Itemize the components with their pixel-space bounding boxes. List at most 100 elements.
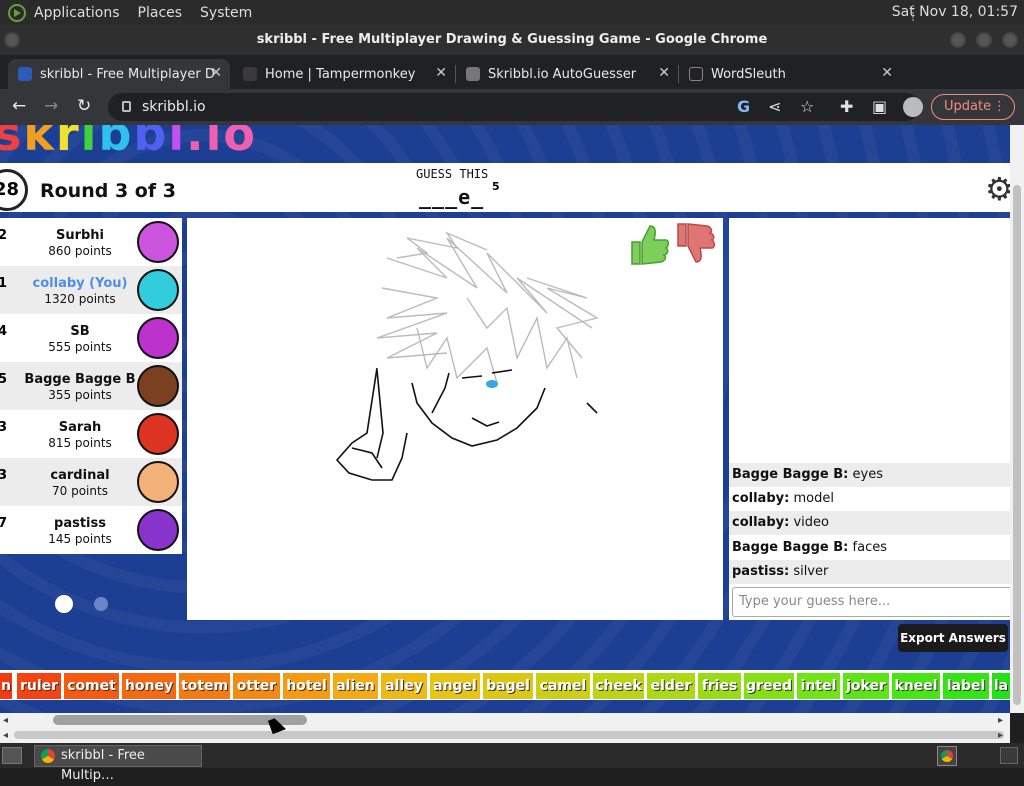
chat-panel: Bagge Bagge B: eyes collaby: model colla… bbox=[729, 218, 1010, 620]
pagination-dots bbox=[55, 595, 124, 617]
tab-wordsleuth[interactable]: WordSleuth ✕ bbox=[679, 59, 901, 89]
player-row[interactable]: 3 Sarah 815 points bbox=[0, 410, 182, 458]
settings-gear-icon[interactable]: ⚙ bbox=[985, 170, 1010, 208]
word-chip[interactable]: alien bbox=[333, 673, 378, 699]
word-suggestions: n ruler comet honey totem otter hotel al… bbox=[0, 670, 1010, 700]
player-row[interactable]: 3 cardinal 70 points bbox=[0, 458, 182, 506]
word-chip[interactable]: joker bbox=[843, 673, 889, 699]
profile-avatar-icon[interactable] bbox=[903, 97, 923, 117]
tab-autoguesser[interactable]: Skribbl.io AutoGuesser ✕ bbox=[456, 59, 679, 89]
chat-text: video bbox=[793, 515, 829, 530]
show-desktop-icon[interactable] bbox=[2, 747, 22, 764]
thumbs-up-icon[interactable] bbox=[628, 222, 670, 266]
guess-word-hint: ___e_ bbox=[419, 185, 485, 209]
player-points: 1320 points bbox=[44, 292, 116, 306]
word-chip[interactable]: honey bbox=[122, 673, 176, 699]
word-chip[interactable]: totem bbox=[179, 673, 230, 699]
player-row[interactable]: 4 SB 555 points bbox=[0, 314, 182, 362]
player-row[interactable]: 2 Surbhi 860 points bbox=[0, 218, 182, 266]
tab-tampermonkey[interactable]: Home | Tampermonkey ✕ bbox=[233, 59, 456, 89]
address-bar[interactable]: skribbl.io bbox=[108, 93, 920, 121]
word-chip[interactable]: camel bbox=[536, 673, 590, 699]
chat-author: collaby: bbox=[732, 515, 790, 530]
minimize-icon[interactable] bbox=[950, 32, 966, 48]
menu-system[interactable]: System bbox=[200, 5, 252, 21]
side-panel-icon[interactable]: ▣ bbox=[872, 97, 887, 116]
word-chip[interactable]: hotel bbox=[283, 673, 330, 699]
player-rank: 2 bbox=[0, 228, 8, 243]
taskbar-chrome-window[interactable]: skribbl - Free Multip… bbox=[34, 745, 202, 783]
page-scroll-thumb[interactable] bbox=[14, 731, 1004, 739]
player-row[interactable]: 7 pastiss 145 points bbox=[0, 506, 182, 554]
page-dot[interactable] bbox=[94, 597, 109, 611]
chat-author: Bagge Bagge B: bbox=[732, 540, 849, 555]
word-chip[interactable]: cheek bbox=[593, 673, 644, 699]
player-rank: 1 bbox=[0, 276, 8, 291]
window-menu-icon[interactable] bbox=[4, 32, 20, 48]
scroll-right-icon[interactable]: ▸ bbox=[998, 715, 1003, 726]
word-chip[interactable]: comet bbox=[64, 673, 119, 699]
word-chip[interactable]: kneel bbox=[892, 673, 940, 699]
tampermonkey-favicon-icon bbox=[243, 67, 257, 81]
lock-icon[interactable] bbox=[122, 101, 131, 112]
word-chip[interactable]: otter bbox=[233, 673, 280, 699]
browser-toolbar: ← → ↻ skribbl.io G ⋖ ☆ ✚ ▣ Update ⋮ bbox=[0, 89, 1024, 125]
player-row[interactable]: 5 Bagge Bagge B 355 points bbox=[0, 362, 182, 410]
share-icon[interactable]: ⋖ bbox=[768, 97, 781, 116]
thumbs-down-icon[interactable] bbox=[674, 222, 716, 266]
google-lens-icon[interactable]: G bbox=[737, 97, 750, 116]
autoguesser-favicon-icon bbox=[466, 67, 480, 81]
chat-message: Bagge Bagge B: eyes bbox=[729, 463, 1010, 487]
word-chip[interactable]: ruler bbox=[17, 673, 61, 699]
vertical-scroll-thumb[interactable] bbox=[1013, 185, 1021, 705]
word-chip[interactable]: elder bbox=[647, 673, 695, 699]
word-chip[interactable]: n bbox=[0, 673, 12, 699]
reload-icon[interactable]: ↻ bbox=[77, 96, 91, 116]
word-chip[interactable]: angel bbox=[430, 673, 480, 699]
chat-text: model bbox=[793, 491, 834, 506]
kebab-menu-icon[interactable]: ⋮ bbox=[993, 95, 1006, 119]
page-scroll-left-icon[interactable]: ◂ bbox=[3, 730, 8, 741]
close-tab-icon[interactable]: ✕ bbox=[658, 65, 670, 81]
word-chip[interactable]: label bbox=[943, 673, 989, 699]
player-points: 555 points bbox=[48, 340, 112, 354]
bookmark-star-icon[interactable]: ☆ bbox=[800, 97, 814, 116]
workspace-switcher-icon[interactable] bbox=[1000, 747, 1018, 764]
close-tab-icon[interactable]: ✕ bbox=[435, 65, 447, 81]
word-chip[interactable]: alley bbox=[381, 673, 427, 699]
menu-places[interactable]: Places bbox=[138, 5, 183, 21]
word-chip[interactable]: la bbox=[992, 673, 1010, 699]
word-chip[interactable]: bagel bbox=[483, 673, 533, 699]
vertical-scrollbar[interactable] bbox=[1010, 125, 1024, 713]
export-answers-button[interactable]: Export Answers bbox=[898, 624, 1008, 652]
chrome-tray-icon[interactable] bbox=[937, 746, 957, 766]
figure-strokes bbox=[335, 367, 598, 481]
forward-icon[interactable]: → bbox=[44, 96, 58, 116]
update-button[interactable]: Update ⋮ bbox=[931, 94, 1015, 120]
distro-logo-icon[interactable] bbox=[8, 3, 26, 22]
horizontal-scrollbar[interactable]: ◂ ▸ ◂ ▸ bbox=[0, 713, 1010, 743]
tab-strip: skribbl - Free Multiplayer D ✕ Home | Ta… bbox=[0, 55, 1024, 139]
drawing-canvas[interactable] bbox=[187, 218, 723, 620]
word-chip[interactable]: intel bbox=[797, 673, 840, 699]
back-icon[interactable]: ← bbox=[12, 96, 26, 116]
taskbar-task-label: skribbl - Free Multip… bbox=[61, 748, 145, 783]
maximize-icon[interactable] bbox=[976, 32, 992, 48]
word-chip[interactable]: fries bbox=[698, 673, 741, 699]
scroll-left-icon[interactable]: ◂ bbox=[3, 715, 8, 726]
page-dot-active[interactable] bbox=[55, 595, 73, 613]
page-scroll-right-icon[interactable]: ▸ bbox=[998, 730, 1003, 741]
close-tab-icon[interactable]: ✕ bbox=[210, 65, 222, 81]
close-tab-icon[interactable]: ✕ bbox=[881, 65, 893, 81]
menu-applications[interactable]: Applications bbox=[34, 5, 120, 21]
clock[interactable]: Sat Nov 18, 01:57 bbox=[892, 4, 1018, 20]
extensions-icon[interactable]: ✚ bbox=[840, 97, 853, 116]
close-window-icon[interactable] bbox=[1002, 32, 1018, 48]
chat-text: faces bbox=[852, 540, 887, 555]
word-chip[interactable]: greed bbox=[744, 673, 794, 699]
player-row[interactable]: 1 collaby (You) 1320 points bbox=[0, 266, 182, 314]
window-titlebar[interactable]: skribbl - Free Multiplayer Drawing & Gue… bbox=[0, 25, 1024, 55]
tab-skribbl[interactable]: skribbl - Free Multiplayer D ✕ bbox=[8, 59, 230, 89]
guess-input[interactable]: Type your guess here... bbox=[732, 587, 1010, 617]
player-name: pastiss bbox=[54, 516, 106, 531]
